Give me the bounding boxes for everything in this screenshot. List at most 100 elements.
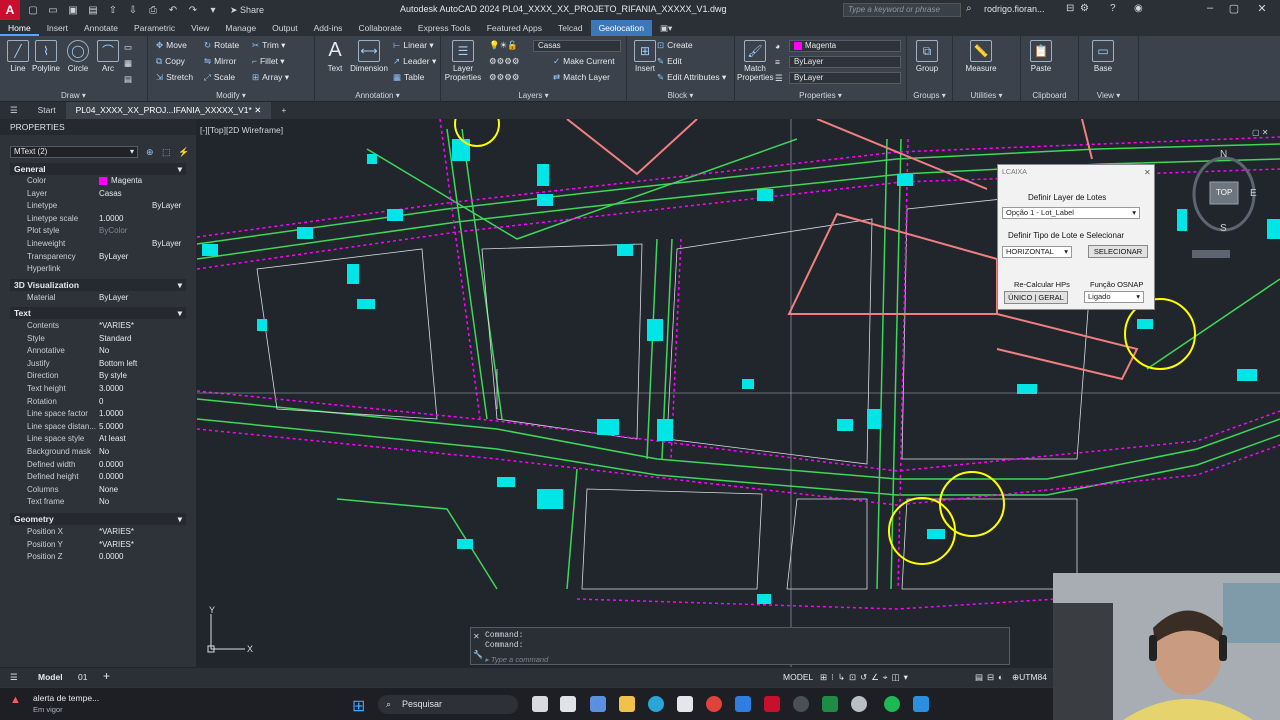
- tab-view[interactable]: View: [183, 20, 217, 36]
- autodesk-icon[interactable]: ◉: [1134, 3, 1143, 14]
- tab-geolocation[interactable]: Geolocation: [590, 20, 652, 36]
- vscode-icon[interactable]: [913, 696, 929, 712]
- autocad-logo-icon[interactable]: A: [0, 0, 20, 20]
- section-general[interactable]: General ▾: [10, 163, 186, 175]
- open-file-icon[interactable]: ▭: [46, 3, 60, 17]
- layer-tools-row1[interactable]: ⚙⚙⚙⚙: [489, 56, 519, 67]
- viewport-controls[interactable]: [-][Top][2D Wireframe]: [200, 125, 283, 135]
- dropdown-icon[interactable]: ▾: [206, 3, 220, 17]
- download-icon[interactable]: ⇩: [126, 3, 140, 17]
- match-layer-button[interactable]: ⇄ Match Layer: [553, 72, 610, 83]
- base-button[interactable]: ▭ Base: [1085, 40, 1121, 73]
- cart-icon[interactable]: ⊟: [1066, 3, 1074, 14]
- command-line[interactable]: ✕ 🔧 Command: Command: ▸ Type a command: [470, 627, 1010, 665]
- search-input[interactable]: Type a keyword or phrase: [843, 3, 961, 17]
- prop-row-position-z[interactable]: Position Z 0.0000: [10, 551, 186, 564]
- undo-icon[interactable]: ↶: [166, 3, 180, 17]
- clipboard-panel-label[interactable]: Clipboard: [1021, 91, 1078, 100]
- arc-button[interactable]: ⌒ Arc: [90, 40, 126, 73]
- prop-row-rotation[interactable]: Rotation 0: [10, 396, 186, 409]
- view-panel-label[interactable]: View ▾: [1079, 91, 1138, 100]
- app-icon[interactable]: [793, 696, 809, 712]
- windows-start-icon[interactable]: ⊞: [352, 696, 365, 716]
- viewcube-top-face[interactable]: TOP: [1216, 188, 1232, 197]
- store-icon[interactable]: [677, 696, 693, 712]
- fillet-button[interactable]: ⌐ Fillet ▾: [252, 56, 285, 67]
- annotation-panel-label[interactable]: Annotation ▾: [315, 91, 440, 100]
- new-file-icon[interactable]: ▢: [26, 3, 40, 17]
- prop-row-transparency[interactable]: Transparency ByLayer: [10, 251, 186, 264]
- drafting-toggles[interactable]: ⊞⁝↳⊡↺∠⌖◫▾: [820, 672, 912, 683]
- layer-tools-row2[interactable]: ⚙⚙⚙⚙: [489, 72, 519, 83]
- tab-layout-01[interactable]: 01: [78, 672, 87, 682]
- block-panel-label[interactable]: Block ▾: [627, 91, 734, 100]
- tab-parametric[interactable]: Parametric: [126, 20, 183, 36]
- quick-select-icon[interactable]: ⚡: [178, 147, 189, 158]
- array-button[interactable]: ⊞ Array ▾: [252, 72, 289, 83]
- prop-row-background-mask[interactable]: Background mask No: [10, 446, 186, 459]
- tab-drawing[interactable]: PL04_XXXX_XX_PROJ...IFANIA_XXXXX_V1* ✕: [65, 102, 272, 119]
- redo-icon[interactable]: ↷: [186, 3, 200, 17]
- task-view-icon[interactable]: [532, 696, 548, 712]
- mirror-button[interactable]: ⇋ Mirror: [204, 56, 236, 67]
- object-type-dropdown[interactable]: MText (2) ▾: [10, 146, 138, 158]
- select-button[interactable]: SELECIONAR: [1088, 245, 1148, 258]
- section-text[interactable]: Text ▾: [10, 307, 186, 319]
- customize-icon[interactable]: 🔧: [473, 650, 483, 659]
- weather-alert-title[interactable]: alerta de tempe...: [33, 693, 99, 703]
- prop-row-text-frame[interactable]: Text frame No: [10, 496, 186, 509]
- close-tab-icon[interactable]: ✕: [254, 105, 261, 115]
- search-icon[interactable]: ⌕: [966, 3, 972, 14]
- prop-row-position-y[interactable]: Position Y *VARIES*: [10, 539, 186, 552]
- settings-icon[interactable]: ⚙: [1080, 3, 1089, 14]
- new-tab-icon[interactable]: +: [271, 102, 296, 119]
- linetype-dropdown[interactable]: ByLayer: [789, 56, 901, 68]
- match-properties-button[interactable]: 🖌 Match Properties: [737, 40, 773, 82]
- tab-annotate[interactable]: Annotate: [76, 20, 126, 36]
- toggle-pickadd-icon[interactable]: ⊕: [146, 147, 154, 158]
- group-button[interactable]: ⧉ Group: [909, 40, 945, 73]
- geolocation-button[interactable]: ⊕UTM84: [1012, 672, 1047, 683]
- layer-state-icons[interactable]: 💡☀🔓: [489, 40, 518, 51]
- hamburger-menu-icon[interactable]: ☰: [0, 102, 28, 119]
- spotify-icon[interactable]: [884, 696, 900, 712]
- table-button[interactable]: ▦ Table: [393, 72, 424, 83]
- tab-output[interactable]: Output: [264, 20, 306, 36]
- app-icon[interactable]: [590, 696, 606, 712]
- prop-row-line-space-distance[interactable]: Line space distan... 5.0000: [10, 421, 186, 434]
- layer-properties-button[interactable]: ☰ Layer Properties: [443, 40, 483, 82]
- hatch-icon[interactable]: ▦: [124, 58, 132, 69]
- prop-row-hyperlink[interactable]: Hyperlink: [10, 263, 186, 276]
- app-icon[interactable]: [851, 696, 867, 712]
- viewcube[interactable]: N S E TOP: [1190, 149, 1262, 260]
- close-icon[interactable]: ✕: [473, 632, 480, 641]
- utilities-panel-label[interactable]: Utilities ▾: [953, 91, 1020, 100]
- excel-icon[interactable]: [822, 696, 838, 712]
- stretch-button[interactable]: ⇲ Stretch: [156, 72, 193, 83]
- prop-row-annotative[interactable]: Annotative No: [10, 345, 186, 358]
- save-icon[interactable]: ▣: [66, 3, 80, 17]
- prop-row-plot-style[interactable]: Plot style ByColor: [10, 225, 186, 238]
- dimension-button[interactable]: ⟷ Dimension: [349, 40, 389, 73]
- layers-panel-label[interactable]: Layers ▾: [441, 91, 626, 100]
- share-button[interactable]: ➤ Share: [230, 5, 264, 16]
- tab-manage[interactable]: Manage: [217, 20, 264, 36]
- select-objects-icon[interactable]: ⬚: [162, 147, 171, 158]
- prop-row-lineweight[interactable]: Lineweight ByLayer: [10, 238, 186, 251]
- prop-row-linetype-scale[interactable]: Linetype scale 1.0000: [10, 213, 186, 226]
- app-icon[interactable]: [560, 696, 576, 712]
- prop-row-defined-width[interactable]: Defined width 0.0000: [10, 459, 186, 472]
- ribbon-toggle-icon[interactable]: ▣▾: [652, 20, 680, 36]
- weather-alert-icon[interactable]: ▲: [10, 694, 21, 706]
- user-account[interactable]: rodrigo.fioran...: [984, 4, 1045, 14]
- rotate-button[interactable]: ↻ Rotate: [204, 40, 239, 51]
- prop-row-style[interactable]: Style Standard: [10, 333, 186, 346]
- prop-row-linetype[interactable]: Linetype ByLayer: [10, 200, 186, 213]
- prop-row-color[interactable]: Color Magenta: [10, 175, 186, 188]
- recalc-button[interactable]: ÚNICO | GERAL: [1004, 291, 1068, 304]
- file-explorer-icon[interactable]: [619, 696, 635, 712]
- prop-row-line-space-factor[interactable]: Line space factor 1.0000: [10, 408, 186, 421]
- layout-menu-icon[interactable]: ☰: [10, 672, 18, 683]
- command-input[interactable]: ▸ Type a command: [485, 655, 1005, 664]
- autocad-icon[interactable]: [764, 696, 780, 712]
